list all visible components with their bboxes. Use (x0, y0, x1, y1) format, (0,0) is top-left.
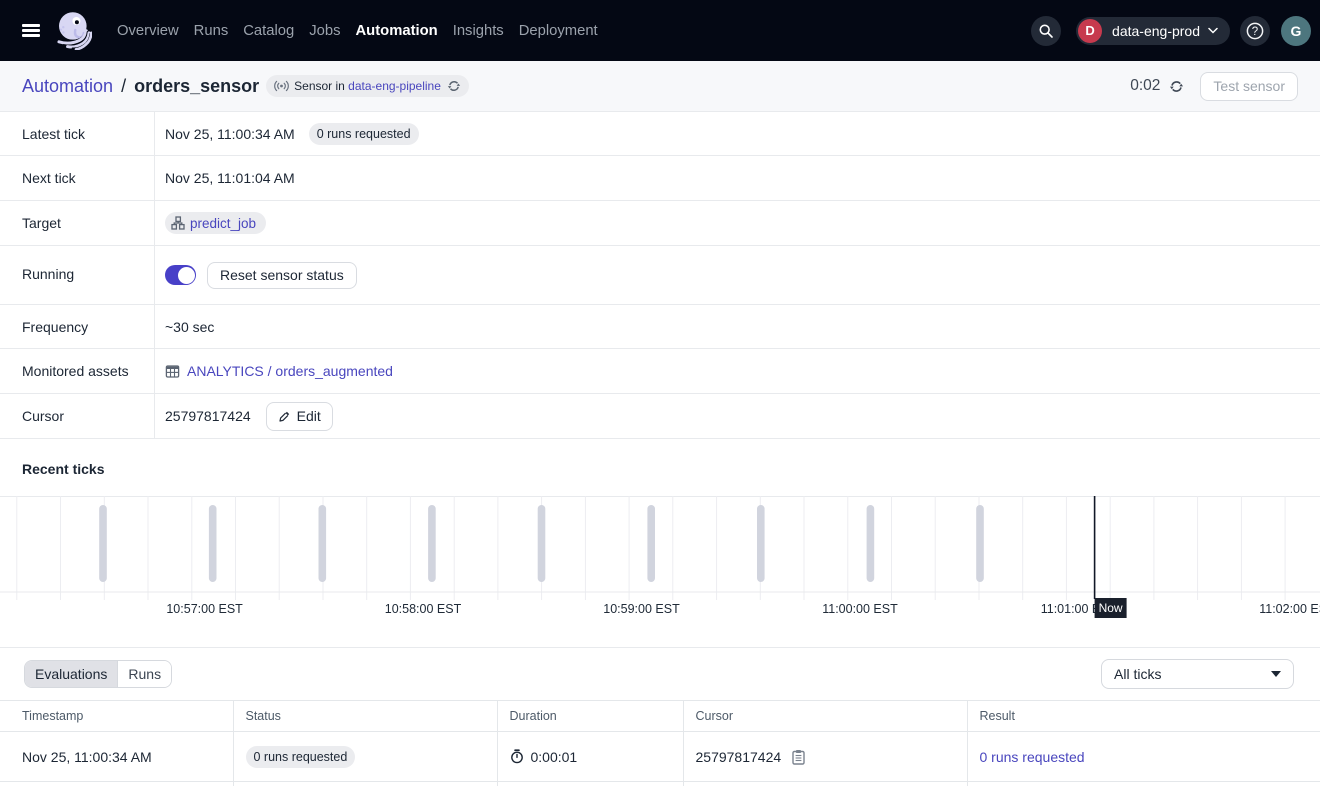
svg-text:?: ? (1252, 26, 1258, 38)
svg-text:11:00:00 EST: 11:00:00 EST (822, 602, 898, 616)
svg-text:10:57:00 EST: 10:57:00 EST (166, 602, 243, 616)
svg-text:Now: Now (1099, 601, 1123, 615)
svg-text:10:58:00 EST: 10:58:00 EST (385, 602, 462, 616)
svg-text:11:02:00 EST: 11:02:00 EST (1259, 602, 1320, 616)
svg-text:10:59:00 EST: 10:59:00 EST (603, 602, 680, 616)
